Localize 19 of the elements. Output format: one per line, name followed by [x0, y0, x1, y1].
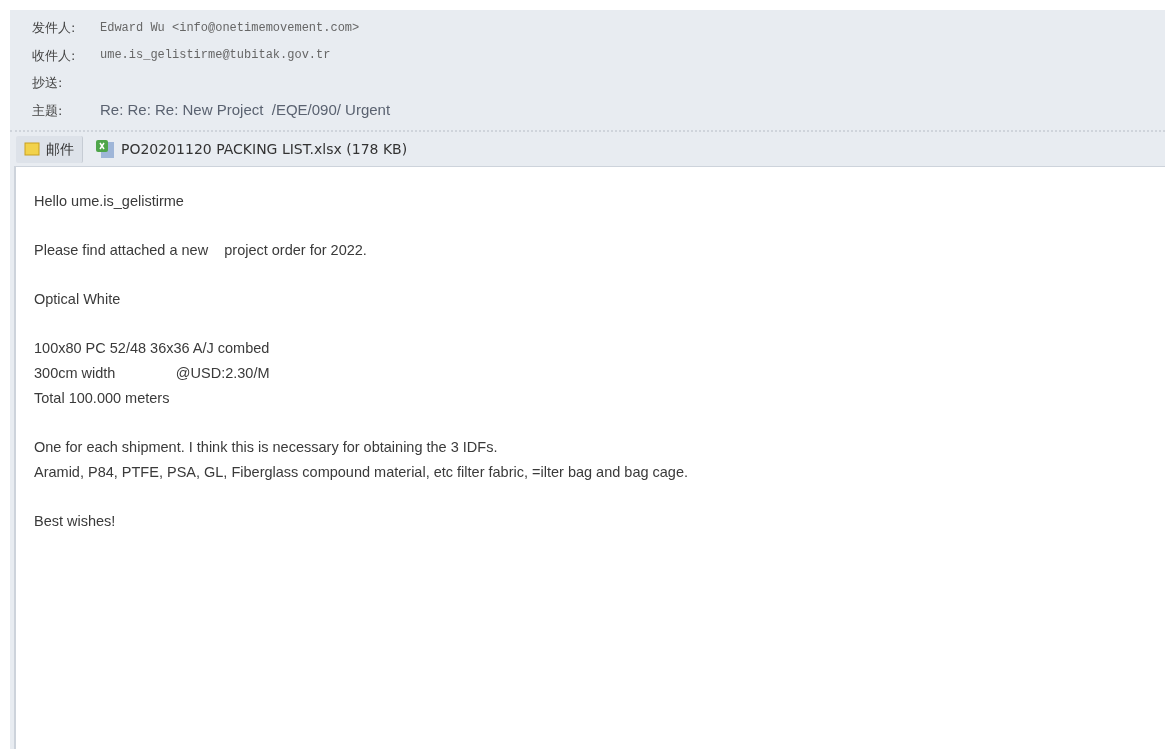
message-tab[interactable]: 邮件	[16, 135, 83, 163]
body-text: 300cm width @USD:2.30/M	[34, 364, 271, 383]
body-text: One for each shipment. I think this is necessary for obtaining the 3 IDFs.	[34, 438, 499, 457]
address-text: ume.is_gelistirme@tubitak.gov.tr	[100, 47, 331, 65]
subject-text: Re: Re: Re: New Project /EQE/090/ Urgent	[100, 100, 391, 120]
field-label: 主题:	[32, 101, 64, 120]
body-text: Please find attached a new project order for 2022.	[34, 241, 368, 260]
body-text: 100x80 PC 52/48 36x36 A/J combed	[34, 339, 271, 358]
body-text: Optical White	[34, 290, 122, 309]
body-text: Total 100.000 meters	[34, 389, 171, 408]
body-text: Best wishes!	[34, 512, 117, 531]
spreadsheet-icon	[95, 139, 115, 159]
body-text: Aramid, P84, PTFE, PSA, GL, Fiberglass compound material, etc filter fabric, =ilter bag and bag cage.	[34, 463, 689, 482]
address-text: Edward Wu <info@onetimemovement.com>	[100, 19, 360, 37]
attachment-tab[interactable]: PO20201120 PACKING LIST.xlsx (178 KB)	[87, 135, 416, 163]
field-label: 抄送:	[32, 74, 64, 92]
field-label: 发件人:	[32, 19, 77, 37]
field-label: 收件人:	[32, 46, 77, 65]
body-text: Hello ume.is_gelistirme	[34, 192, 185, 211]
